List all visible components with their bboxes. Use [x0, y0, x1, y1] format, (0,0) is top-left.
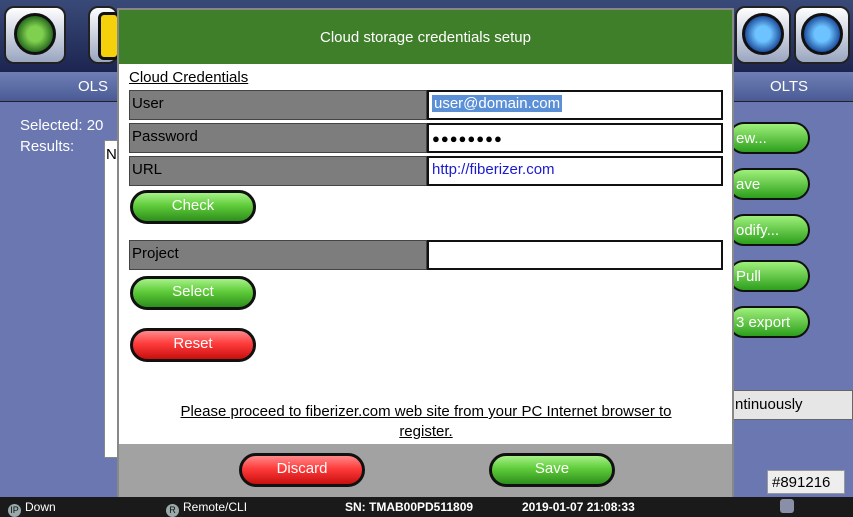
password-label: Password	[129, 123, 427, 153]
modify-button[interactable]: odify...	[728, 214, 810, 246]
network-icon	[780, 499, 794, 513]
datetime: 2019-01-07 21:08:33	[522, 500, 635, 514]
user-field[interactable]: user@domain.com	[427, 90, 723, 120]
globe-icon	[742, 13, 784, 55]
url-field[interactable]: http://fiberizer.com	[427, 156, 723, 186]
home-icon	[14, 13, 56, 55]
dialog-body: Cloud Credentials User user@domain.com P…	[119, 64, 732, 444]
status-bar: IP Down R Remote/CLI SN: TMAB00PD511809 20…	[0, 497, 853, 517]
check-button[interactable]: Check	[130, 190, 256, 224]
pull-button[interactable]: Pull	[728, 260, 810, 292]
user-value: user@domain.com	[432, 95, 563, 112]
remote-icon: R	[166, 504, 179, 517]
save-button[interactable]: Save	[489, 453, 615, 487]
dialog-title: Cloud storage credentials setup	[119, 10, 732, 64]
ip-status-text: Down	[25, 500, 56, 514]
serial-number: SN: TMAB00PD511809	[345, 500, 474, 514]
remote-status: R Remote/CLI	[166, 500, 247, 517]
id-badge: #891216	[767, 470, 845, 494]
transfer-button[interactable]	[794, 6, 850, 64]
globe-button[interactable]	[735, 6, 791, 64]
note-line-1[interactable]: Please proceed to fiberizer.com web site…	[180, 403, 671, 420]
project-field[interactable]	[427, 240, 723, 270]
user-label: User	[129, 90, 427, 120]
credentials-dialog: Cloud storage credentials setup Cloud Cr…	[117, 8, 734, 497]
transfer-icon	[801, 13, 843, 55]
note-line-2[interactable]: register.	[399, 423, 452, 440]
ip-icon: IP	[8, 504, 21, 517]
dialog-footer: Discard Save	[119, 444, 732, 497]
select-button[interactable]: Select	[130, 276, 256, 310]
url-label: URL	[129, 156, 427, 186]
battery-button[interactable]	[88, 6, 120, 64]
project-label: Project	[129, 240, 427, 270]
password-field[interactable]: ●●●●●●●●	[427, 123, 723, 153]
section-title: Cloud Credentials	[129, 69, 249, 86]
tab-olts[interactable]: OLTS	[770, 78, 808, 95]
results-list[interactable]	[104, 140, 118, 458]
tab-ols[interactable]: OLS	[78, 78, 108, 95]
mode-select[interactable]: ntinuously	[728, 390, 853, 420]
discard-button[interactable]: Discard	[239, 453, 365, 487]
list-header-letter: N	[106, 146, 117, 163]
register-note: Please proceed to fiberizer.com web site…	[129, 402, 723, 442]
reset-button[interactable]: Reset	[130, 328, 256, 362]
results-label: Results:	[20, 138, 75, 155]
remote-status-text: Remote/CLI	[183, 500, 248, 514]
ip-status: IP Down	[8, 500, 56, 517]
home-button[interactable]	[4, 6, 66, 64]
view-button[interactable]: ew...	[728, 122, 810, 154]
save-side-button[interactable]: ave	[728, 168, 810, 200]
selected-label: Selected: 20	[20, 117, 104, 134]
export-button[interactable]: 3 export	[728, 306, 810, 338]
